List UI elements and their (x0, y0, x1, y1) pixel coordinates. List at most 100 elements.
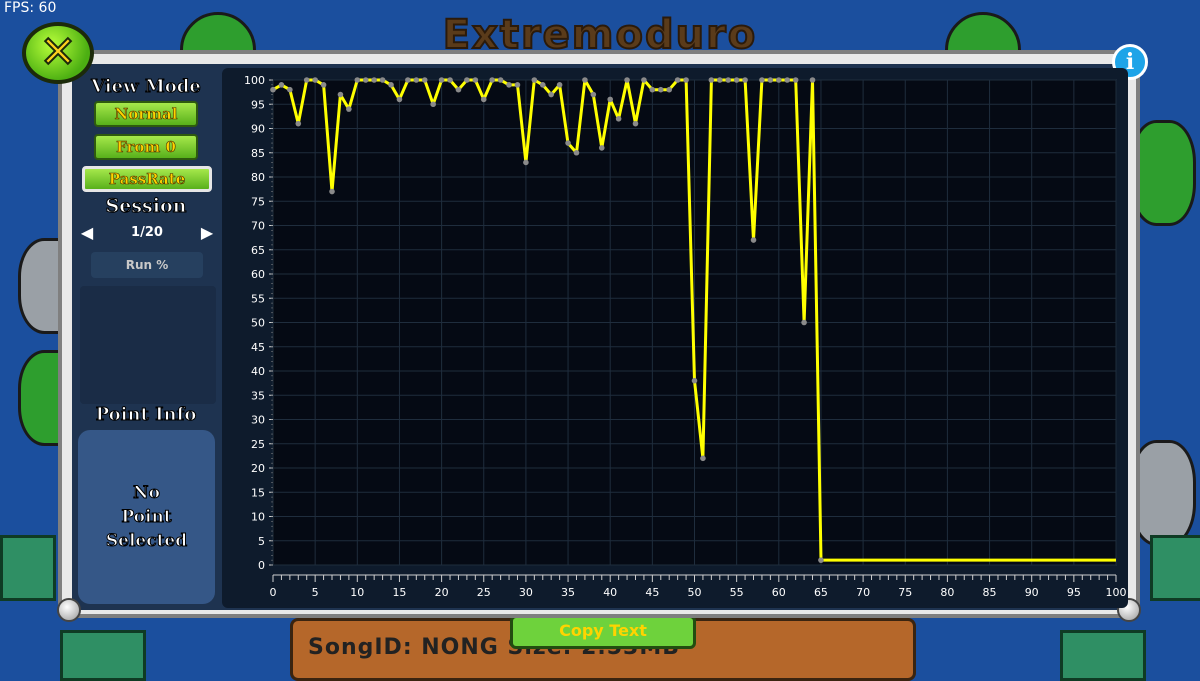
data-point (759, 77, 765, 83)
close-button[interactable]: ✕ (22, 22, 94, 84)
y-tick-label: 70 (251, 220, 265, 233)
y-tick-label: 15 (251, 486, 265, 499)
bg-copy-text-label: Copy Text (559, 621, 647, 640)
x-tick-label: 90 (1025, 586, 1039, 599)
data-point (506, 82, 512, 88)
chart-panel: 0 5 10 15 20 25 30 35 40 45 50 55 60 65 70 75 80 85 90 95 10… (222, 68, 1128, 608)
y-tick-label: 20 (251, 462, 265, 475)
data-point (531, 77, 538, 83)
data-point (388, 82, 394, 88)
x-tick-label: 65 (814, 586, 828, 599)
data-point (742, 77, 748, 83)
y-tick-label: 40 (251, 365, 265, 378)
corner-bolt-icon (57, 598, 81, 622)
x-tick-label: 50 (688, 586, 702, 599)
y-tick-label: 60 (251, 268, 265, 281)
data-point (464, 77, 470, 83)
data-point (539, 82, 546, 88)
data-point (438, 77, 445, 83)
data-point (767, 77, 774, 83)
data-point (792, 77, 799, 83)
data-point (556, 82, 563, 88)
mode-passrate-button[interactable]: PassRate (82, 166, 212, 192)
data-point (725, 77, 732, 83)
data-point (809, 77, 816, 83)
data-point (716, 77, 723, 83)
data-point (413, 77, 420, 83)
data-point (582, 77, 588, 83)
y-tick-label: 35 (251, 389, 265, 402)
x-tick-label: 10 (350, 586, 364, 599)
x-tick-label: 0 (270, 586, 277, 599)
x-tick-label: 45 (645, 586, 659, 599)
data-point (295, 120, 302, 127)
fps-counter: FPS: 60 (4, 0, 57, 16)
data-point (565, 140, 571, 146)
session-value: 1/20 (131, 224, 163, 240)
data-point (396, 96, 403, 103)
x-tick-label: 25 (477, 586, 491, 599)
data-point (632, 120, 639, 127)
data-point (447, 77, 453, 83)
data-point (312, 77, 318, 83)
data-point (337, 91, 344, 98)
data-point (666, 86, 673, 93)
session-selector: ◀ 1/20 ▶ (78, 220, 216, 244)
run-list[interactable] (80, 286, 216, 404)
x-tick-label: 75 (898, 586, 912, 599)
bg-block (0, 535, 56, 601)
x-tick-label: 70 (856, 586, 870, 599)
data-point (598, 145, 605, 151)
y-tick-label: 90 (251, 123, 265, 136)
session-next-button[interactable]: ▶ (198, 223, 216, 242)
data-point (379, 77, 386, 83)
x-tick-label: 15 (392, 586, 406, 599)
y-tick-label: 95 (251, 98, 265, 111)
mode-from-zero-button[interactable]: From 0 (94, 134, 198, 160)
view-mode-heading: View Mode (91, 76, 202, 98)
data-point (649, 86, 656, 93)
session-prev-button[interactable]: ◀ (78, 223, 96, 242)
data-point (362, 77, 369, 83)
data-point (700, 455, 706, 462)
mode-normal-button[interactable]: Normal (94, 101, 198, 127)
data-point (657, 86, 664, 93)
data-point (674, 77, 681, 83)
y-tick-label: 85 (251, 147, 265, 160)
point-info-panel: No Point Selected (78, 430, 215, 604)
data-point (548, 91, 554, 98)
data-point (776, 77, 782, 83)
bg-block (1150, 535, 1200, 601)
data-point (818, 557, 824, 563)
data-point (320, 82, 327, 88)
data-point (641, 77, 647, 83)
y-tick-label: 25 (251, 438, 265, 451)
data-point (489, 77, 495, 83)
data-point (421, 77, 428, 83)
y-tick-label: 55 (251, 292, 265, 305)
data-point (472, 77, 479, 83)
y-tick-label: 10 (251, 511, 265, 524)
data-point (346, 106, 352, 112)
data-point (590, 91, 597, 98)
data-point (708, 77, 715, 83)
data-point (624, 77, 630, 83)
y-tick-label: 0 (258, 559, 265, 572)
data-point (480, 96, 487, 103)
data-point (270, 86, 276, 93)
bg-block (60, 630, 146, 681)
passrate-chart[interactable]: 0510152025303540455055606570758085909510… (222, 68, 1128, 608)
session-heading: Session (105, 195, 187, 218)
data-point (430, 101, 436, 108)
x-tick-label: 60 (772, 586, 786, 599)
x-tick-label: 5 (312, 586, 319, 599)
x-tick-label: 80 (940, 586, 954, 599)
point-info-heading: Point Info (95, 404, 197, 426)
data-point (733, 77, 740, 83)
data-point (278, 82, 285, 88)
data-point (607, 96, 613, 103)
bg-copy-text-button: Copy Text (510, 615, 696, 649)
close-icon: ✕ (39, 27, 78, 78)
y-tick-label: 75 (251, 195, 265, 208)
data-point (455, 86, 462, 93)
